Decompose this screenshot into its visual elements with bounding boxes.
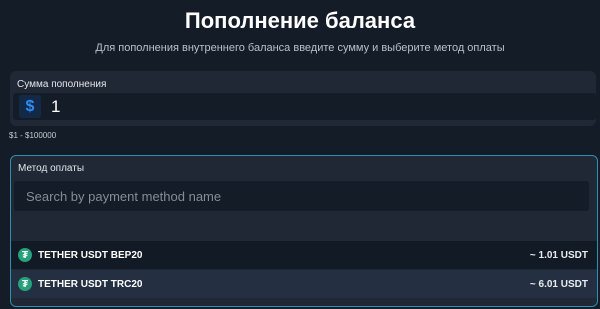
payment-method-item-trc20[interactable]: ₮ TETHER USDT TRC20 ~ 6.01 USDT	[11, 270, 597, 298]
payment-method-name: TETHER USDT BEP20	[38, 249, 143, 261]
payment-method-price: ~ 6.01 USDT	[529, 278, 588, 290]
payment-method-name: TETHER USDT TRC20	[38, 278, 143, 290]
payment-method-price: ~ 1.01 USDT	[529, 249, 588, 261]
page-subtitle: Для пополнения внутреннего баланса введи…	[95, 42, 505, 54]
amount-section: Сумма пополнения $ 1	[10, 71, 596, 126]
payment-method-section: Метод оплаты ₮ TETHER USDT BEP20 ~ 1.01 …	[10, 155, 598, 307]
payment-method-label: Метод оплаты	[18, 163, 85, 174]
amount-value[interactable]: 1	[51, 97, 60, 117]
payment-method-item-bep20[interactable]: ₮ TETHER USDT BEP20 ~ 1.01 USDT	[11, 241, 597, 269]
dollar-icon: $	[19, 95, 41, 118]
amount-input[interactable]: $ 1	[13, 93, 596, 120]
payment-search-input[interactable]	[14, 181, 589, 211]
page-title: Пополнение баланса	[184, 8, 416, 33]
tether-icon: ₮	[18, 277, 32, 291]
amount-range-hint: $1 - $100000	[9, 131, 57, 140]
tether-icon: ₮	[18, 248, 32, 262]
amount-label: Сумма пополнения	[17, 79, 107, 90]
